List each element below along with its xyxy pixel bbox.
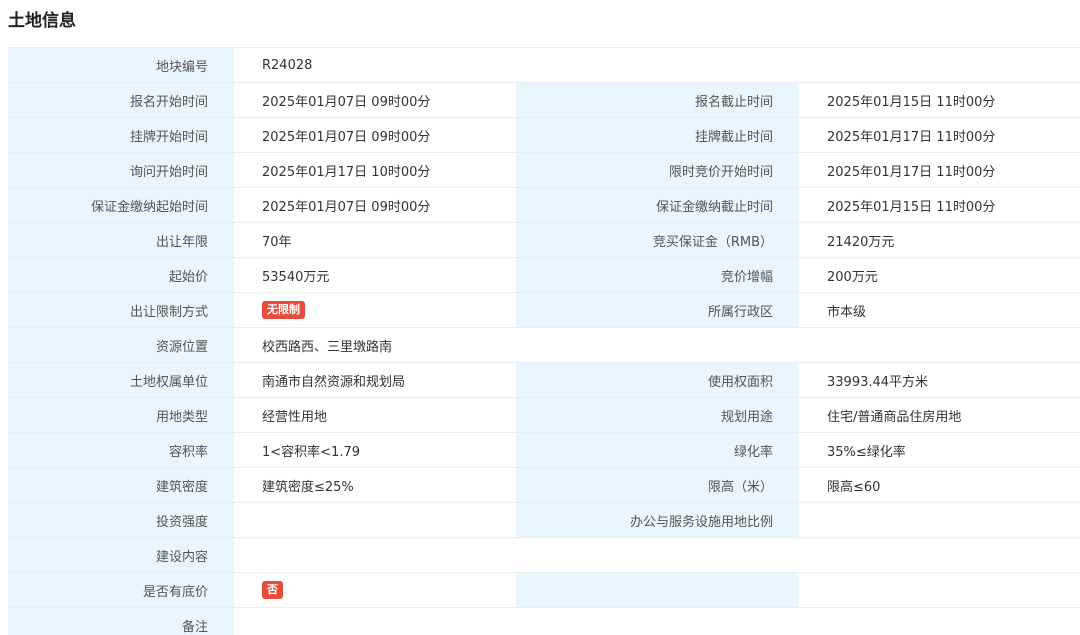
- reserve-label: 是否有底价: [8, 573, 234, 608]
- far-label: 容积率: [8, 433, 234, 468]
- table-row: 出让年限 70年 竞买保证金（RMB） 21420万元: [8, 223, 1080, 258]
- planned-use-label: 规划用途: [516, 398, 799, 433]
- table-row: 挂牌开始时间 2025年01月07日 09时00分 挂牌截止时间 2025年01…: [8, 118, 1080, 153]
- district-value: 市本级: [799, 293, 1080, 328]
- land-type-label: 用地类型: [8, 398, 234, 433]
- area-label: 使用权面积: [516, 363, 799, 398]
- list-end-label: 挂牌截止时间: [516, 118, 799, 153]
- empty-label: [516, 573, 799, 608]
- deposit-end-value: 2025年01月15日 11时00分: [799, 188, 1080, 223]
- investment-value: [234, 503, 516, 538]
- restriction-badge: 无限制: [262, 301, 305, 319]
- green-value: 35%≤绿化率: [799, 433, 1080, 468]
- reg-start-label: 报名开始时间: [8, 83, 234, 118]
- land-type-value: 经营性用地: [234, 398, 516, 433]
- area-value: 33993.44平方米: [799, 363, 1080, 398]
- reg-end-label: 报名截止时间: [516, 83, 799, 118]
- far-value: 1<容积率<1.79: [234, 433, 516, 468]
- page-title: 土地信息: [8, 6, 76, 31]
- table-row: 建设内容: [8, 538, 1080, 573]
- plot-no-label: 地块编号: [8, 48, 234, 83]
- plot-no-value: R24028: [234, 48, 1080, 83]
- density-label: 建筑密度: [8, 468, 234, 503]
- table-row: 资源位置 校西路西、三里墩路南: [8, 328, 1080, 363]
- empty-value: [799, 573, 1080, 608]
- start-price-value: 53540万元: [234, 258, 516, 293]
- remarks-value: [234, 608, 1080, 635]
- table-row: 保证金缴纳起始时间 2025年01月07日 09时00分 保证金缴纳截止时间 2…: [8, 188, 1080, 223]
- list-end-value: 2025年01月17日 11时00分: [799, 118, 1080, 153]
- density-value: 建筑密度≤25%: [234, 468, 516, 503]
- deposit-start-label: 保证金缴纳起始时间: [8, 188, 234, 223]
- remarks-label: 备注: [8, 608, 234, 635]
- reserve-badge: 否: [262, 581, 283, 599]
- start-price-label: 起始价: [8, 258, 234, 293]
- table-row: 投资强度 办公与服务设施用地比例: [8, 503, 1080, 538]
- owner-label: 土地权属单位: [8, 363, 234, 398]
- term-label: 出让年限: [8, 223, 234, 258]
- table-row: 报名开始时间 2025年01月07日 09时00分 报名截止时间 2025年01…: [8, 83, 1080, 118]
- office-ratio-value: [799, 503, 1080, 538]
- table-row: 建筑密度 建筑密度≤25% 限高（米） 限高≤60: [8, 468, 1080, 503]
- restriction-value: 无限制: [234, 293, 516, 328]
- list-start-label: 挂牌开始时间: [8, 118, 234, 153]
- term-value: 70年: [234, 223, 516, 258]
- height-label: 限高（米）: [516, 468, 799, 503]
- location-value: 校西路西、三里墩路南: [234, 328, 1080, 363]
- deposit-amount-label: 竞买保证金（RMB）: [516, 223, 799, 258]
- increment-value: 200万元: [799, 258, 1080, 293]
- restriction-label: 出让限制方式: [8, 293, 234, 328]
- planned-use-value: 住宅/普通商品住房用地: [799, 398, 1080, 433]
- deposit-amount-value: 21420万元: [799, 223, 1080, 258]
- inquiry-start-value: 2025年01月17日 10时00分: [234, 153, 516, 188]
- reg-end-value: 2025年01月15日 11时00分: [799, 83, 1080, 118]
- table-row: 出让限制方式 无限制 所属行政区 市本级: [8, 293, 1080, 328]
- table-row: 用地类型 经营性用地 规划用途 住宅/普通商品住房用地: [8, 398, 1080, 433]
- district-label: 所属行政区: [516, 293, 799, 328]
- investment-label: 投资强度: [8, 503, 234, 538]
- increment-label: 竞价增幅: [516, 258, 799, 293]
- inquiry-start-label: 询问开始时间: [8, 153, 234, 188]
- reserve-value: 否: [234, 573, 516, 608]
- bid-start-label: 限时竞价开始时间: [516, 153, 799, 188]
- table-row: 容积率 1<容积率<1.79 绿化率 35%≤绿化率: [8, 433, 1080, 468]
- land-info-table: 地块编号 R24028 报名开始时间 2025年01月07日 09时00分 报名…: [8, 47, 1080, 635]
- deposit-start-value: 2025年01月07日 09时00分: [234, 188, 516, 223]
- content-value: [234, 538, 1080, 573]
- deposit-end-label: 保证金缴纳截止时间: [516, 188, 799, 223]
- green-label: 绿化率: [516, 433, 799, 468]
- list-start-value: 2025年01月07日 09时00分: [234, 118, 516, 153]
- table-row: 询问开始时间 2025年01月17日 10时00分 限时竞价开始时间 2025年…: [8, 153, 1080, 188]
- table-row: 土地权属单位 南通市自然资源和规划局 使用权面积 33993.44平方米: [8, 363, 1080, 398]
- bid-start-value: 2025年01月17日 11时00分: [799, 153, 1080, 188]
- table-row: 起始价 53540万元 竞价增幅 200万元: [8, 258, 1080, 293]
- table-row: 备注: [8, 608, 1080, 635]
- table-row: 地块编号 R24028: [8, 48, 1080, 83]
- owner-value: 南通市自然资源和规划局: [234, 363, 516, 398]
- location-label: 资源位置: [8, 328, 234, 363]
- reg-start-value: 2025年01月07日 09时00分: [234, 83, 516, 118]
- table-row: 是否有底价 否: [8, 573, 1080, 608]
- office-ratio-label: 办公与服务设施用地比例: [516, 503, 799, 538]
- height-value: 限高≤60: [799, 468, 1080, 503]
- content-label: 建设内容: [8, 538, 234, 573]
